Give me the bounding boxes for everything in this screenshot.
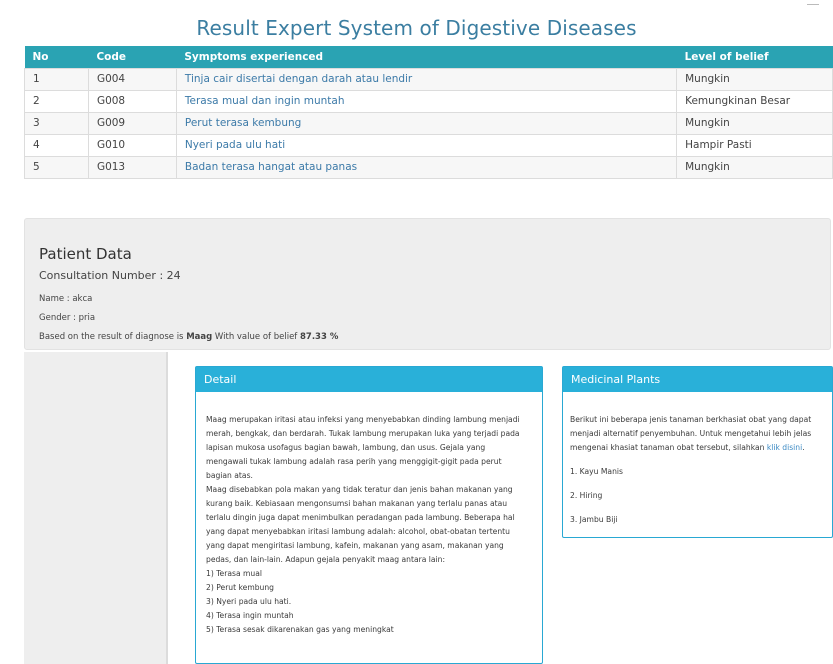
detail-panel-body: Maag merupakan iritasi atau infeksi yang…: [196, 392, 542, 637]
belief-prefix: With value of belief: [212, 332, 300, 342]
column-header-level: Level of belief: [676, 46, 833, 68]
detail-line: bagian atas.: [206, 471, 253, 480]
cell-no: 3: [24, 111, 89, 135]
plant-list-item: 1. Kayu Manis: [570, 467, 623, 476]
disease-name: Maag: [186, 332, 213, 342]
detail-line: yang dapat menyebabkan iritasi lambung a…: [206, 527, 510, 536]
plants-intro-line: Berikut ini beberapa jenis tanaman berkh…: [570, 415, 812, 424]
patient-data-panel: Patient Data Consultation Number : 24 Na…: [24, 218, 831, 350]
cell-no: 4: [24, 133, 89, 157]
symptom-list-item: 2) Perut kembung: [206, 583, 274, 592]
window-corner-divider: [807, 4, 819, 5]
detail-line: kurang baik. Kebiasaan mengonsumsi bahan…: [206, 499, 508, 508]
cell-code: G009: [87, 111, 177, 135]
cell-code: G010: [87, 133, 177, 157]
detail-line: mengawali tukak lambung adalah rasa peri…: [206, 457, 502, 466]
table-header-row: No Code Symptoms experienced Level of be…: [24, 46, 833, 68]
plant-list-item: 2. Hiring: [570, 491, 603, 500]
symptom-list-item: 3) Nyeri pada ulu hati.: [206, 597, 292, 606]
medicinal-plants-title: Medicinal Plants: [563, 367, 832, 392]
cell-symptom: Badan terasa hangat atau panas: [175, 155, 678, 179]
cell-symptom: Tinja cair disertai dengan darah atau le…: [175, 67, 678, 91]
more-info-link[interactable]: klik disini: [767, 443, 802, 452]
symptom-list-item: 4) Terasa ingin muntah: [206, 611, 294, 620]
belief-value: 87.33 %: [300, 332, 339, 342]
consultation-number: Consultation Number : 24: [39, 269, 181, 282]
cell-level: Hampir Pasti: [676, 133, 833, 157]
cell-level: Kemungkinan Besar: [676, 89, 833, 113]
cell-symptom: Terasa mual dan ingin muntah: [175, 89, 678, 113]
table-row: 1 G004 Tinja cair disertai dengan darah …: [24, 67, 833, 91]
symptom-list-item: 5) Terasa sesak dikarenakan gas yang men…: [206, 625, 394, 634]
column-header-no: No: [24, 46, 89, 68]
cell-no: 1: [24, 67, 89, 91]
cell-code: G013: [87, 155, 177, 179]
detail-line: pedas, dan lain-lain. Adapun gejala peny…: [206, 555, 446, 564]
diagnosis-result: Based on the result of diagnose is Maag …: [39, 332, 338, 342]
medicinal-plants-body: Berikut ini beberapa jenis tanaman berkh…: [563, 392, 832, 527]
plants-intro-line: mengenai khasiat tanaman obat tersebut, …: [570, 441, 823, 455]
medicinal-plants-panel: Medicinal Plants Berikut ini beberapa je…: [562, 366, 833, 538]
plants-intro-period: .: [802, 443, 805, 452]
detail-line: Maag merupakan iritasi atau infeksi yang…: [206, 415, 520, 424]
cell-no: 2: [24, 89, 89, 113]
plants-intro-text: mengenai khasiat tanaman obat tersebut, …: [570, 443, 767, 452]
table-row: 5 G013 Badan terasa hangat atau panas Mu…: [24, 155, 833, 179]
symptom-list-item: 1) Terasa mual: [206, 569, 262, 578]
cell-code: G004: [87, 67, 177, 91]
detail-line: merah, bengkak, dan berdarah. Tukak lamb…: [206, 429, 520, 438]
patient-data-title: Patient Data: [39, 245, 132, 263]
cell-level: Mungkin: [676, 111, 833, 135]
table-row: 3 G009 Perut terasa kembung Mungkin: [24, 111, 833, 135]
cell-level: Mungkin: [676, 155, 833, 179]
plant-list-item: 3. Jambu Biji: [570, 515, 618, 524]
detail-line: lapisan mukosa usofagus bagian bawah, la…: [206, 443, 486, 452]
cell-no: 5: [24, 155, 89, 179]
column-header-code: Code: [88, 46, 177, 68]
detail-line: terlalu dingin juga dapat menimbulkan pe…: [206, 513, 515, 522]
cell-symptom: Perut terasa kembung: [175, 111, 678, 135]
plants-intro-line: menjadi alternatif penyembuhan. Untuk me…: [570, 429, 812, 438]
left-sidebar-strip: [24, 352, 168, 664]
table-row: 2 G008 Terasa mual dan ingin muntah Kemu…: [24, 89, 833, 113]
detail-line: Maag disebabkan pola makan yang tidak te…: [206, 485, 513, 494]
detail-line: yang dapat mengiritasi lambung, kafein, …: [206, 541, 504, 550]
patient-name: Name : akca: [39, 294, 93, 304]
diagnosis-prefix: Based on the result of diagnose is: [39, 332, 187, 342]
cell-code: G008: [87, 89, 177, 113]
column-header-symptoms: Symptoms experienced: [176, 46, 677, 68]
table-row: 4 G010 Nyeri pada ulu hati Hampir Pasti: [24, 133, 833, 157]
cell-symptom: Nyeri pada ulu hati: [175, 133, 678, 157]
detail-panel: Detail Maag merupakan iritasi atau infek…: [195, 366, 543, 664]
cell-level: Mungkin: [676, 67, 833, 91]
detail-panel-title: Detail: [196, 367, 542, 392]
patient-gender: Gender : pria: [39, 313, 96, 323]
symptoms-table: No Code Symptoms experienced Level of be…: [24, 46, 833, 179]
page-title: Result Expert System of Digestive Diseas…: [196, 16, 637, 40]
